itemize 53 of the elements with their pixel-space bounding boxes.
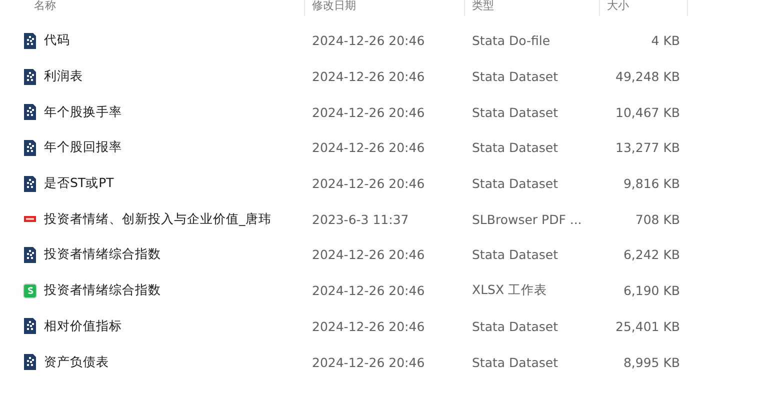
modified-date: 2024-12-26 20:46 bbox=[311, 33, 426, 48]
document-icon bbox=[23, 176, 37, 192]
file-size: 25,401 KB bbox=[614, 318, 681, 334]
file-type: Stata Dataset bbox=[471, 104, 559, 120]
column-header[interactable]: 大小 bbox=[600, 0, 688, 16]
file-size: 6,190 KB bbox=[622, 283, 681, 298]
modified-date: 2024-12-26 20:46 bbox=[311, 354, 426, 370]
modified-date: 2023-6-3 11:37 bbox=[311, 212, 410, 227]
file-type: Stata Dataset bbox=[471, 247, 559, 262]
file-name[interactable]: 投资者情绪、创新投入与企业价值_唐玮 bbox=[44, 210, 272, 228]
file-type: Stata Dataset bbox=[471, 140, 559, 156]
file-type: Stata Dataset bbox=[471, 354, 559, 370]
file-name[interactable]: 资产负债表 bbox=[44, 354, 109, 371]
file-name[interactable]: 年个股回报率 bbox=[44, 139, 122, 156]
file-type: Stata Dataset bbox=[471, 318, 559, 334]
file-type: Stata Dataset bbox=[471, 69, 559, 84]
document-icon bbox=[23, 246, 37, 263]
column-header[interactable]: 修改日期 bbox=[305, 0, 465, 16]
modified-date: 2024-12-26 20:46 bbox=[311, 283, 426, 298]
file-size: 13,277 KB bbox=[614, 140, 681, 156]
modified-date: 2024-12-26 20:46 bbox=[311, 318, 426, 334]
modified-date: 2024-12-26 20:46 bbox=[311, 140, 426, 156]
document-icon bbox=[23, 32, 37, 49]
file-name[interactable]: 投资者情绪综合指数 bbox=[44, 246, 161, 264]
modified-date: 2024-12-26 20:46 bbox=[311, 104, 426, 120]
file-size: 6,242 KB bbox=[622, 247, 681, 262]
modified-date: 2024-12-26 20:46 bbox=[311, 247, 426, 262]
column-header[interactable]: 名称 bbox=[0, 0, 305, 16]
document-icon bbox=[23, 318, 37, 334]
modified-date: 2024-12-26 20:46 bbox=[311, 69, 426, 84]
file-name[interactable]: 相对价值指标 bbox=[44, 318, 122, 335]
document-icon bbox=[23, 68, 37, 85]
column-header[interactable]: 类型 bbox=[465, 0, 600, 16]
document-icon bbox=[23, 140, 37, 156]
file-size: 708 KB bbox=[634, 212, 681, 227]
file-name[interactable]: 投资者情绪综合指数 bbox=[44, 282, 161, 300]
file-size: 10,467 KB bbox=[614, 104, 681, 120]
file-type: Stata Do-file bbox=[471, 33, 552, 48]
file-name[interactable]: 利润表 bbox=[44, 68, 83, 86]
file-size: 9,816 KB bbox=[622, 176, 681, 192]
file-size: 49,248 KB bbox=[614, 69, 681, 84]
file-size: 8,995 KB bbox=[622, 354, 681, 370]
document-icon bbox=[23, 354, 37, 370]
file-name[interactable]: 代码 bbox=[44, 32, 70, 50]
spreadsheet-icon bbox=[23, 282, 37, 299]
file-type: XLSX 工作表 bbox=[471, 282, 548, 300]
file-type: Stata Dataset bbox=[471, 176, 559, 192]
file-name[interactable]: 是否ST或PT bbox=[44, 175, 114, 192]
document-icon bbox=[23, 104, 37, 120]
modified-date: 2024-12-26 20:46 bbox=[311, 176, 426, 192]
file-type: SLBrowser PDF ... bbox=[471, 212, 583, 227]
file-name[interactable]: 年个股换手率 bbox=[44, 104, 122, 121]
file-size: 4 KB bbox=[650, 33, 681, 48]
